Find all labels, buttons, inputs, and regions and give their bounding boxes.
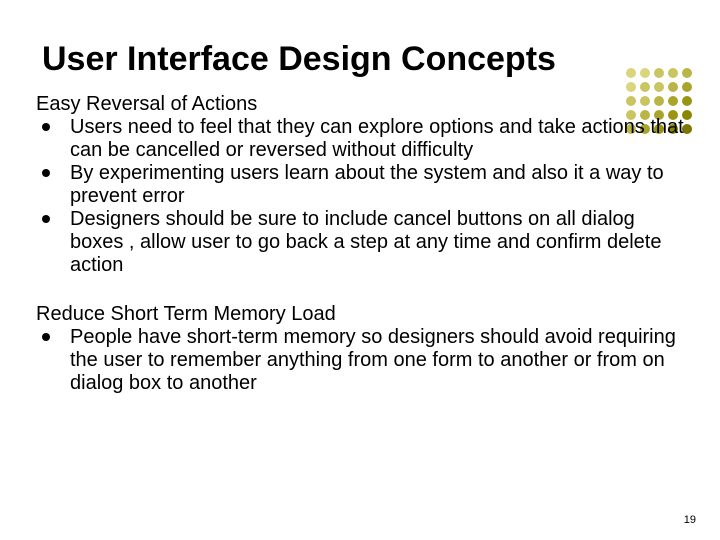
section2-heading: Reduce Short Term Memory Load: [36, 303, 684, 326]
list-item: Users need to feel that they can explore…: [36, 116, 684, 162]
section1-heading: Easy Reversal of Actions: [36, 93, 684, 116]
slide: User Interface Design Concepts Easy Reve…: [0, 0, 720, 540]
section1-bullets: Users need to feel that they can explore…: [36, 116, 684, 277]
bullet-text: People have short-term memory so designe…: [70, 326, 676, 394]
slide-content: User Interface Design Concepts Easy Reve…: [36, 40, 684, 395]
bullet-text: By experimenting users learn about the s…: [70, 162, 664, 207]
list-item: Designers should be sure to include canc…: [36, 208, 684, 277]
bullet-text: Users need to feel that they can explore…: [70, 116, 684, 161]
list-item: By experimenting users learn about the s…: [36, 162, 684, 208]
slide-body: Easy Reversal of Actions Users need to f…: [36, 93, 684, 395]
page-number: 19: [684, 514, 696, 526]
slide-title: User Interface Design Concepts: [42, 40, 684, 79]
bullet-text: Designers should be sure to include canc…: [70, 208, 661, 276]
list-item: People have short-term memory so designe…: [36, 326, 684, 395]
section2-bullets: People have short-term memory so designe…: [36, 326, 684, 395]
